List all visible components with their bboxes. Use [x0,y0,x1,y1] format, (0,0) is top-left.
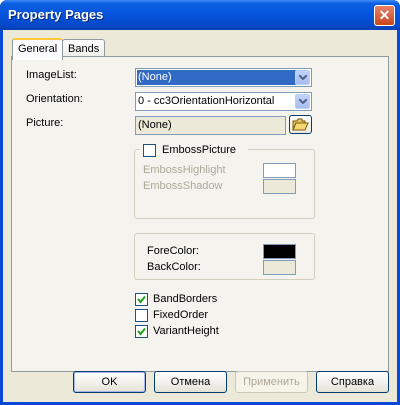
forecolor-swatch[interactable] [263,244,296,259]
cancel-button[interactable]: Отмена [154,371,227,393]
apply-button[interactable]: Применить [235,371,308,393]
orientation-dropdown[interactable]: 0 - cc3OrientationHorizontal [135,92,312,111]
emboss-picture-label[interactable]: EmbossPicture [162,144,236,156]
emboss-shadow-label: EmbossShadow [143,180,223,192]
band-borders-label[interactable]: BandBorders [153,293,217,305]
band-borders-checkbox[interactable] [135,293,148,306]
fixed-order-label[interactable]: FixedOrder [153,309,208,321]
emboss-group-header: EmbossPicture [140,142,248,158]
ok-button[interactable]: OK [73,371,146,393]
orientation-value: 0 - cc3OrientationHorizontal [138,95,275,107]
imagelist-dropdown-button[interactable] [295,70,310,85]
help-button[interactable]: Справка [316,371,389,393]
picture-label: Picture: [26,117,64,129]
chevron-down-icon [299,75,307,80]
imagelist-label: ImageList: [26,69,77,81]
checkmark-icon [137,295,146,304]
dialog-client-area: General Bands ImageList: (None) Orientat… [3,30,397,402]
close-button[interactable]: ✕ [374,5,395,26]
chevron-down-icon [299,99,307,104]
tab-general-label: General [18,43,58,55]
variant-height-label[interactable]: VariantHeight [153,325,219,337]
open-folder-icon [292,118,309,131]
emboss-highlight-label: EmbossHighlight [143,164,226,176]
fixed-order-checkbox[interactable] [135,309,148,322]
checkmark-icon [137,327,146,336]
imagelist-value: (None) [137,70,300,85]
browse-picture-button[interactable] [289,115,312,134]
title-bar[interactable]: Property Pages ✕ [0,0,400,30]
picture-value: (None) [138,119,172,131]
backcolor-label: BackColor: [147,261,201,273]
close-icon: ✕ [378,7,391,23]
forecolor-label: ForeColor: [147,245,199,257]
backcolor-swatch[interactable] [263,260,296,275]
emboss-highlight-swatch[interactable] [263,163,296,178]
orientation-dropdown-button[interactable] [295,94,310,109]
emboss-picture-checkbox[interactable] [143,144,156,157]
orientation-label: Orientation: [26,93,83,105]
window-title: Property Pages [8,7,104,22]
picture-field[interactable]: (None) [135,116,286,135]
variant-height-checkbox[interactable] [135,325,148,338]
property-pages-window: Property Pages ✕ General Bands ImageList… [0,0,400,405]
general-tab-panel: ImageList: (None) Orientation: 0 - cc3Or… [11,56,389,372]
tab-general[interactable]: General [12,38,64,60]
tab-bands-label: Bands [68,43,100,55]
imagelist-dropdown[interactable]: (None) [135,68,312,87]
emboss-shadow-swatch[interactable] [263,179,296,194]
